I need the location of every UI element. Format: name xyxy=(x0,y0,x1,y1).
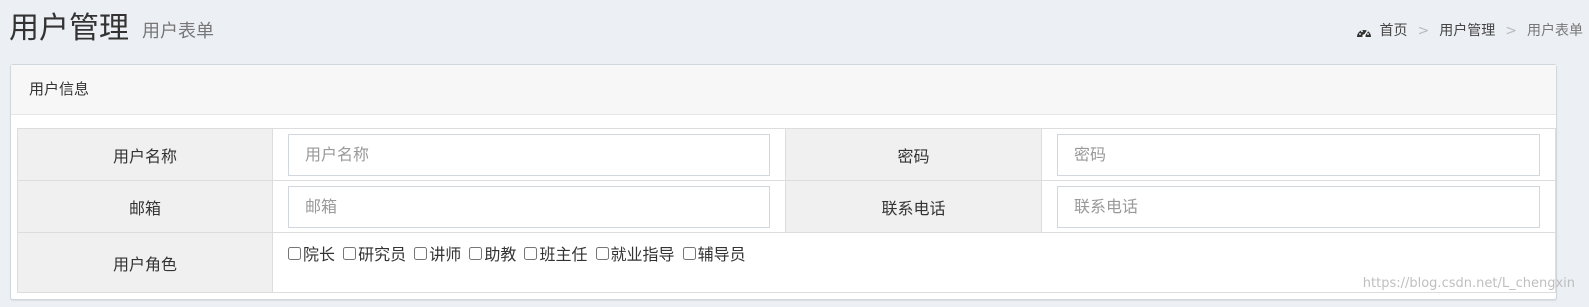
username-label: 用户名称 xyxy=(17,128,273,181)
user-info-box: 用户信息 用户名称 密码 邮箱 联系电话 xyxy=(10,64,1557,300)
role-checkbox[interactable] xyxy=(414,246,428,260)
role-option-researcher[interactable]: 研究员 xyxy=(343,241,406,265)
password-input[interactable] xyxy=(1057,133,1540,176)
watermark: https://blog.csdn.net/L_chengxin xyxy=(1362,276,1575,291)
phone-label: 联系电话 xyxy=(785,180,1042,233)
role-checkbox[interactable] xyxy=(682,246,696,260)
email-cell xyxy=(272,180,786,233)
role-option-lecturer[interactable]: 讲师 xyxy=(414,241,461,265)
role-checkbox[interactable] xyxy=(469,246,483,260)
role-option-counselor[interactable]: 辅导员 xyxy=(682,241,746,265)
role-label: 班主任 xyxy=(539,245,588,264)
user-form-table: 用户名称 密码 邮箱 联系电话 用户角色 院长 xyxy=(17,128,1556,293)
email-input[interactable] xyxy=(288,185,770,228)
password-cell xyxy=(1041,128,1556,181)
page-subtitle: 用户表单 xyxy=(142,21,214,42)
email-label: 邮箱 xyxy=(17,180,273,233)
phone-input[interactable] xyxy=(1057,185,1540,228)
breadcrumb-separator: > xyxy=(1417,23,1430,39)
username-cell xyxy=(272,128,786,181)
role-option-class-teacher[interactable]: 班主任 xyxy=(524,241,587,265)
breadcrumb: 首页 > 用户管理 > 用户表单 xyxy=(1356,20,1583,42)
role-checkbox[interactable] xyxy=(595,246,609,260)
role-option-assistant[interactable]: 助教 xyxy=(469,241,516,265)
role-option-career-advisor[interactable]: 就业指导 xyxy=(595,241,675,265)
role-checkbox[interactable] xyxy=(288,246,301,260)
breadcrumb-current: 用户表单 xyxy=(1527,23,1583,39)
breadcrumb-user-management-link[interactable]: 用户管理 xyxy=(1439,20,1495,42)
form-row: 用户名称 密码 xyxy=(17,128,1556,181)
breadcrumb-home-link[interactable]: 首页 xyxy=(1380,20,1408,42)
dashboard-icon xyxy=(1356,24,1372,38)
content-header: 用户管理 用户表单 首页 > 用户管理 > 用户表单 xyxy=(0,0,1589,62)
role-label: 助教 xyxy=(484,245,517,264)
password-label: 密码 xyxy=(785,128,1042,181)
phone-cell xyxy=(1041,180,1556,233)
breadcrumb-separator: > xyxy=(1505,23,1517,39)
role-checkbox[interactable] xyxy=(343,246,357,260)
role-checkbox[interactable] xyxy=(524,246,538,260)
form-row: 邮箱 联系电话 xyxy=(17,180,1556,233)
roles-label: 用户角色 xyxy=(17,232,273,293)
box-title: 用户信息 xyxy=(11,65,1556,115)
role-label: 就业指导 xyxy=(610,245,675,264)
role-label: 讲师 xyxy=(429,245,462,264)
form-row: 用户角色 院长 研究员 讲师 助教 班主任 就业指导 辅导员 xyxy=(17,232,1556,293)
page-title: 用户管理 xyxy=(9,11,129,46)
role-label: 辅导员 xyxy=(697,245,746,264)
role-label: 研究员 xyxy=(358,245,407,264)
username-input[interactable] xyxy=(288,133,770,176)
role-option-dean[interactable]: 院长 xyxy=(288,241,335,265)
role-label: 院长 xyxy=(303,245,336,264)
